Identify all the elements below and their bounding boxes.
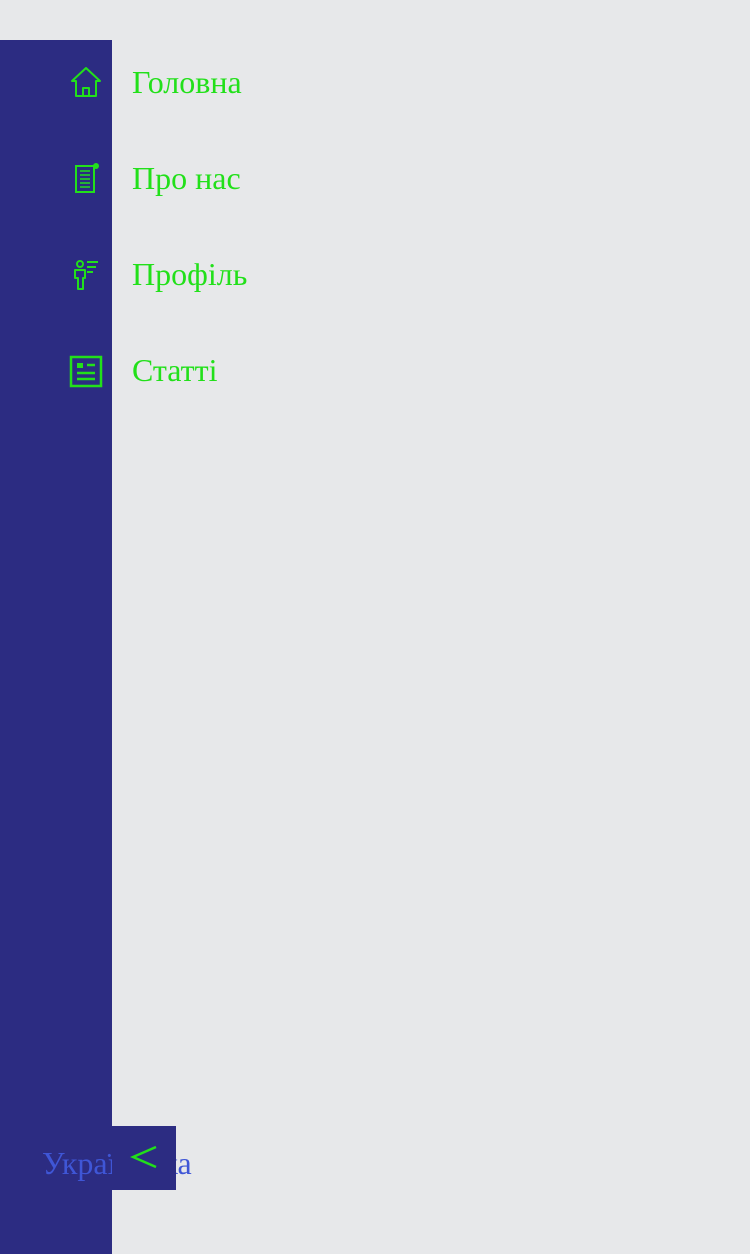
language-selector[interactable]: Українська (0, 1126, 200, 1190)
nav-item-home[interactable]: Головна (0, 52, 300, 112)
nav-label-profile: Профіль (132, 256, 248, 292)
app-page: Головна Про нас Профіль Статті (0, 0, 750, 1254)
nav-item-articles[interactable]: Статті (0, 340, 300, 400)
home-icon (68, 64, 104, 100)
nav-item-profile[interactable]: Профіль (0, 244, 300, 304)
nav-label-about: Про нас (132, 160, 241, 196)
article-icon (68, 352, 104, 388)
sidebar (0, 40, 112, 1254)
nav-label-home: Головна (132, 64, 242, 100)
collapse-sidebar-button[interactable] (112, 1126, 176, 1190)
document-icon (68, 160, 104, 196)
chevron-left-icon (130, 1145, 157, 1169)
profile-icon (68, 256, 104, 292)
nav-item-about[interactable]: Про нас (0, 148, 300, 208)
nav-label-articles: Статті (132, 352, 218, 388)
